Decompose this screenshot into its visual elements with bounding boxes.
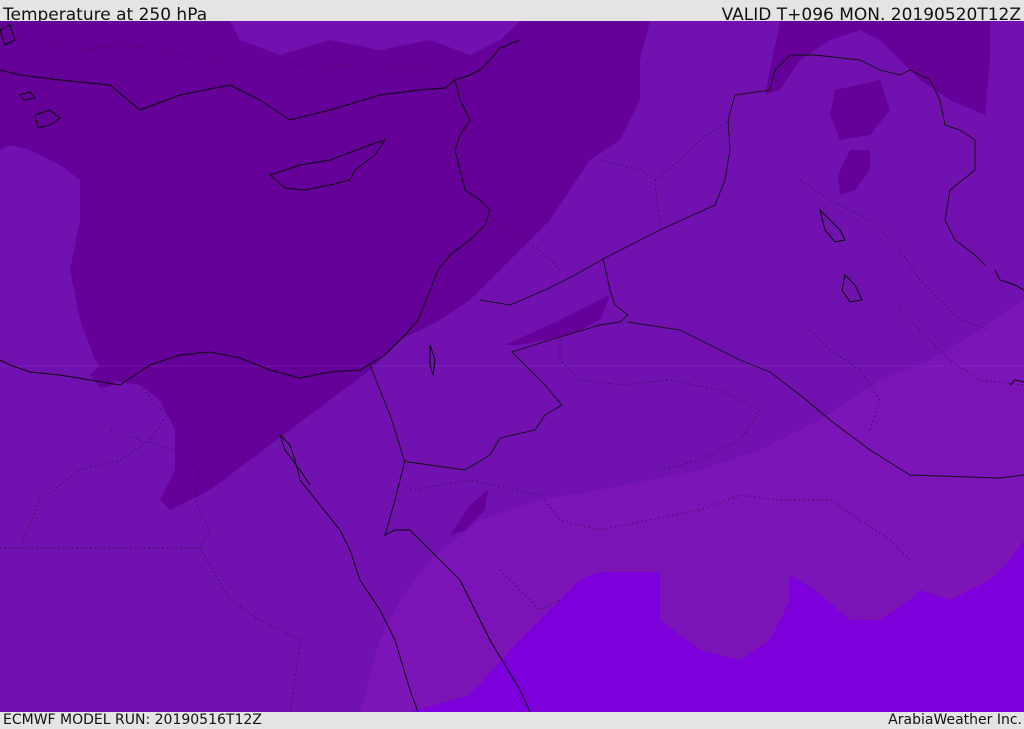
model-run: ECMWF MODEL RUN: 20190516T12Z bbox=[3, 712, 262, 728]
valid-time: VALID T+096 MON. 20190520T12Z bbox=[721, 5, 1021, 25]
map-figure: Temperature at 250 hPa VALID T+096 MON. … bbox=[0, 0, 1024, 729]
temperature-map bbox=[0, 21, 1024, 712]
credit: ArabiaWeather Inc. bbox=[888, 712, 1022, 728]
map-title: Temperature at 250 hPa bbox=[3, 5, 208, 25]
